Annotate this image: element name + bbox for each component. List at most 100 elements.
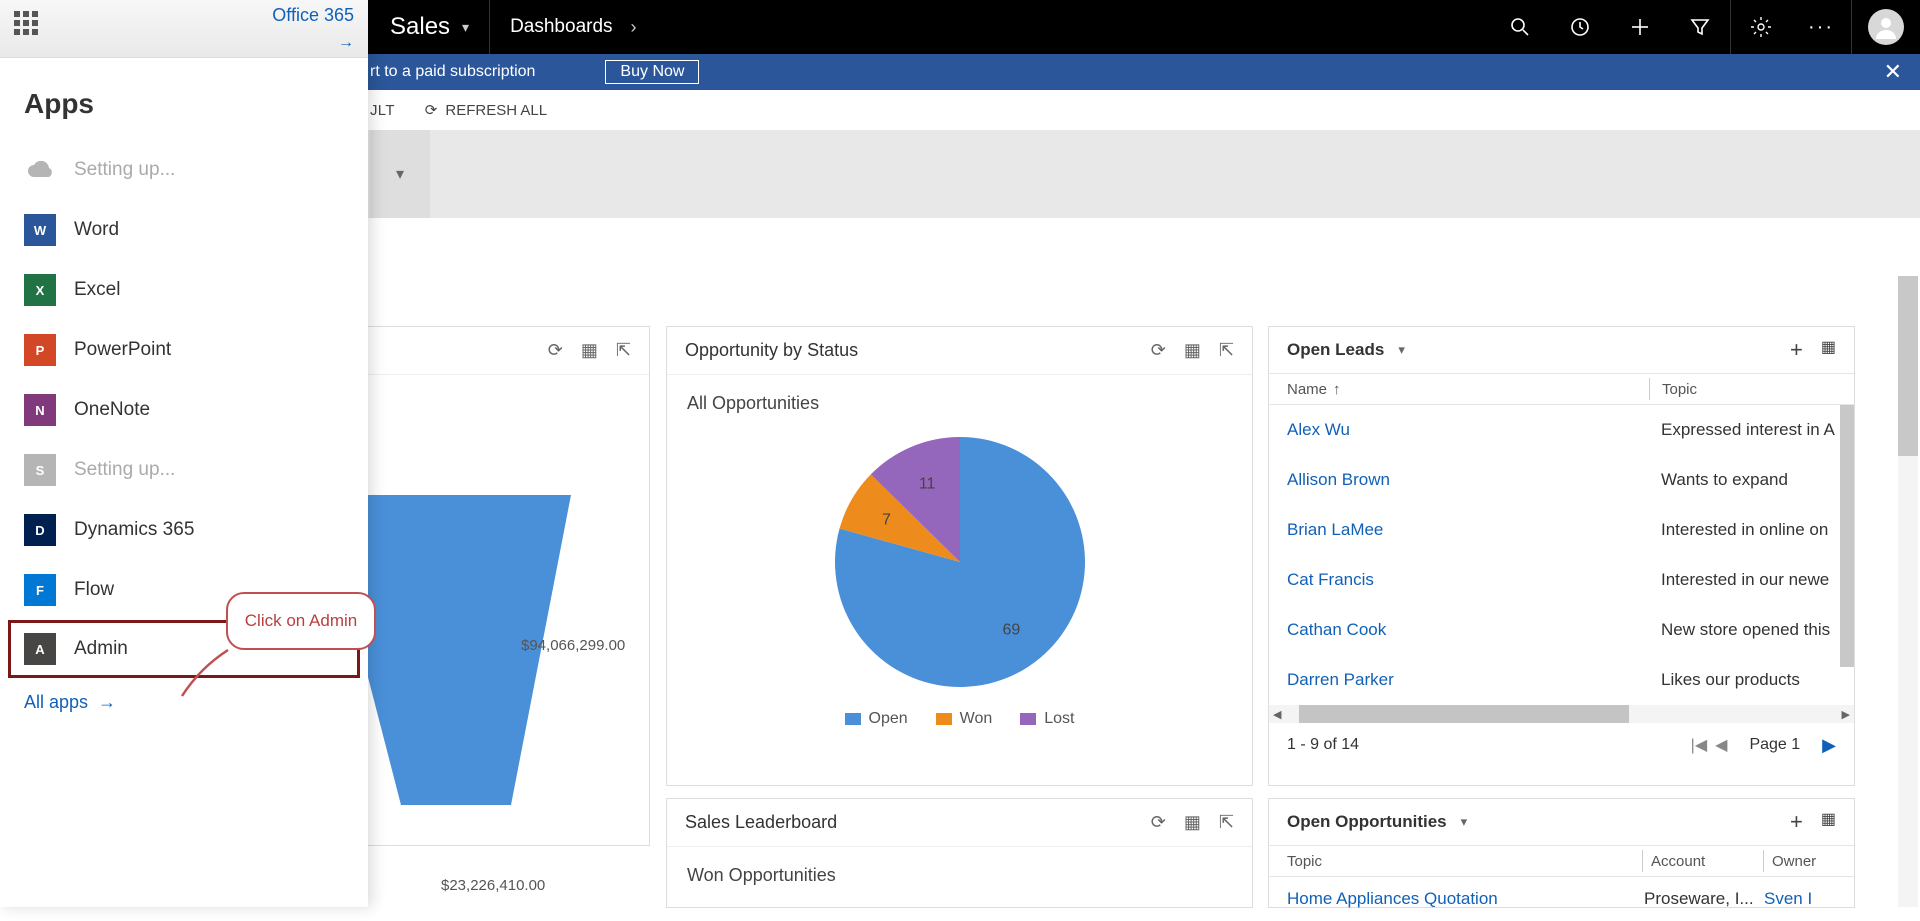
funnel-value-1: $94,066,299.00 bbox=[521, 637, 625, 654]
hscroll-thumb[interactable] bbox=[1299, 705, 1629, 723]
widget-assign-icon[interactable]: ▦ bbox=[1184, 340, 1201, 361]
opps-grid-icon[interactable]: ▦ bbox=[1821, 809, 1836, 835]
powerpoint-icon: P bbox=[24, 334, 56, 366]
leads-pager: 1 - 9 of 14 |◀ ◀ Page 1 ▶ bbox=[1269, 723, 1854, 767]
pie-legend: Open Won Lost bbox=[845, 710, 1075, 728]
lead-topic: Expressed interest in A bbox=[1649, 420, 1854, 440]
widget-expand-icon[interactable]: ⇱ bbox=[616, 340, 631, 361]
lead-name-link[interactable]: Darren Parker bbox=[1269, 670, 1649, 690]
hscroll-right-icon[interactable]: ▶ bbox=[1842, 708, 1850, 721]
opp-owner-link[interactable]: Sven I bbox=[1764, 889, 1854, 909]
opp-topic-link[interactable]: Home Appliances Quotation bbox=[1269, 889, 1644, 909]
lead-name-link[interactable]: Cat Francis bbox=[1269, 570, 1649, 590]
column-owner-header[interactable]: Owner bbox=[1764, 853, 1854, 870]
dashboard-dropdown-icon[interactable]: ▾ bbox=[370, 130, 430, 218]
nav-separator bbox=[489, 0, 490, 54]
column-name-header[interactable]: Name ↑ bbox=[1269, 381, 1649, 398]
widget-refresh-icon[interactable]: ⟳ bbox=[548, 340, 563, 361]
refresh-label: REFRESH ALL bbox=[445, 102, 547, 119]
leads-dropdown-icon[interactable]: ▾ bbox=[1398, 342, 1405, 358]
area-dropdown-icon[interactable]: ▾ bbox=[462, 19, 469, 36]
widget-refresh-icon[interactable]: ⟳ bbox=[1151, 340, 1166, 361]
pager-count: 1 - 9 of 14 bbox=[1287, 736, 1359, 754]
column-account-header[interactable]: Account bbox=[1643, 853, 1763, 870]
lead-row[interactable]: Darren ParkerLikes our products bbox=[1269, 655, 1854, 705]
app-label: Setting up... bbox=[74, 459, 175, 481]
more-icon[interactable]: ··· bbox=[1791, 0, 1851, 54]
scrollbar-thumb[interactable] bbox=[1898, 276, 1918, 456]
admin-callout: Click on Admin bbox=[226, 592, 376, 650]
opp-row[interactable]: Home Appliances QuotationProseware, I...… bbox=[1269, 877, 1854, 921]
lead-row[interactable]: Allison BrownWants to expand bbox=[1269, 455, 1854, 505]
lead-row[interactable]: Alex WuExpressed interest in A bbox=[1269, 405, 1854, 455]
refresh-icon: ⟳ bbox=[425, 101, 438, 119]
leads-vscroll[interactable] bbox=[1840, 405, 1854, 667]
office-365-link[interactable]: Office 365 → bbox=[272, 5, 354, 52]
lead-row[interactable]: Cat FrancisInterested in our newe bbox=[1269, 555, 1854, 605]
leads-hscroll[interactable]: ◀ ▶ bbox=[1269, 705, 1854, 723]
user-avatar[interactable] bbox=[1868, 9, 1904, 45]
leads-grid-icon[interactable]: ▦ bbox=[1821, 337, 1836, 363]
widget-title: Sales Leaderboard bbox=[685, 812, 837, 833]
nav-chevron-icon[interactable]: › bbox=[631, 17, 637, 38]
pager-prev-icon[interactable]: ◀ bbox=[1715, 735, 1727, 755]
trial-message: rt to a paid subscription bbox=[370, 63, 535, 81]
widget-assign-icon[interactable]: ▦ bbox=[581, 340, 598, 361]
app-item-dynamics-365[interactable]: DDynamics 365 bbox=[0, 500, 368, 560]
lead-name-link[interactable]: Allison Brown bbox=[1269, 470, 1649, 490]
app-item-onenote[interactable]: NOneNote bbox=[0, 380, 368, 440]
leads-title[interactable]: Open Leads bbox=[1287, 340, 1384, 360]
legend-swatch bbox=[936, 713, 952, 725]
app-label: PowerPoint bbox=[74, 339, 171, 361]
lead-name-link[interactable]: Alex Wu bbox=[1269, 420, 1649, 440]
widget-assign-icon[interactable]: ▦ bbox=[1184, 812, 1201, 833]
lead-topic: Wants to expand bbox=[1649, 470, 1854, 490]
opps-dropdown-icon[interactable]: ▾ bbox=[1461, 814, 1468, 830]
column-topic-header[interactable]: Topic bbox=[1269, 853, 1642, 870]
app-item-setting-up-[interactable]: SSetting up... bbox=[0, 440, 368, 500]
app-item-powerpoint[interactable]: P PowerPoint bbox=[0, 320, 368, 380]
app-item-excel[interactable]: XExcel bbox=[0, 260, 368, 320]
lead-topic: New store opened this bbox=[1649, 620, 1854, 640]
refresh-all-button[interactable]: ⟳ REFRESH ALL bbox=[425, 101, 547, 119]
open-leads-widget: Open Leads ▾ + ▦ Name ↑ Topic Alex WuExp… bbox=[1268, 326, 1855, 786]
cmd-item[interactable]: JLT bbox=[370, 102, 395, 119]
legend-swatch bbox=[845, 713, 861, 725]
opps-title[interactable]: Open Opportunities bbox=[1287, 812, 1447, 832]
legend-item-won[interactable]: Won bbox=[936, 710, 993, 728]
area-label[interactable]: Sales bbox=[390, 13, 450, 41]
legend-label: Lost bbox=[1044, 710, 1074, 728]
widget-expand-icon[interactable]: ⇱ bbox=[1219, 812, 1234, 833]
add-opp-icon[interactable]: + bbox=[1790, 809, 1803, 835]
funnel-value-2: $23,226,410.00 bbox=[441, 877, 545, 894]
lead-name-link[interactable]: Brian LaMee bbox=[1269, 520, 1649, 540]
legend-label: Open bbox=[869, 710, 908, 728]
hscroll-left-icon[interactable]: ◀ bbox=[1273, 708, 1281, 721]
lead-topic: Likes our products bbox=[1649, 670, 1854, 690]
legend-item-open[interactable]: Open bbox=[845, 710, 908, 728]
app-launcher-icon[interactable] bbox=[14, 11, 50, 47]
lead-row[interactable]: Cathan CookNew store opened this bbox=[1269, 605, 1854, 655]
recent-icon[interactable] bbox=[1550, 0, 1610, 54]
lead-name-link[interactable]: Cathan Cook bbox=[1269, 620, 1649, 640]
lead-row[interactable]: Brian LaMeeInterested in online on bbox=[1269, 505, 1854, 555]
widget-refresh-icon[interactable]: ⟳ bbox=[1151, 812, 1166, 833]
legend-item-lost[interactable]: Lost bbox=[1020, 710, 1074, 728]
column-topic-header[interactable]: Topic bbox=[1650, 381, 1854, 398]
nav-label[interactable]: Dashboards bbox=[510, 16, 612, 38]
pager-next-icon[interactable]: ▶ bbox=[1822, 735, 1836, 756]
search-icon[interactable] bbox=[1490, 0, 1550, 54]
app-item-word[interactable]: WWord bbox=[0, 200, 368, 260]
banner-close-icon[interactable]: ✕ bbox=[1884, 59, 1902, 85]
vertical-scrollbar[interactable] bbox=[1898, 276, 1918, 907]
settings-icon[interactable] bbox=[1731, 0, 1791, 54]
flow-icon: F bbox=[24, 574, 56, 606]
pager-page-label: Page 1 bbox=[1749, 736, 1800, 754]
add-lead-icon[interactable]: + bbox=[1790, 337, 1803, 363]
filter-icon[interactable] bbox=[1670, 0, 1730, 54]
app-item-setting-up-[interactable]: Setting up... bbox=[0, 140, 368, 200]
widget-expand-icon[interactable]: ⇱ bbox=[1219, 340, 1234, 361]
pager-first-icon[interactable]: |◀ bbox=[1691, 735, 1707, 755]
buy-now-button[interactable]: Buy Now bbox=[605, 60, 699, 84]
add-icon[interactable] bbox=[1610, 0, 1670, 54]
